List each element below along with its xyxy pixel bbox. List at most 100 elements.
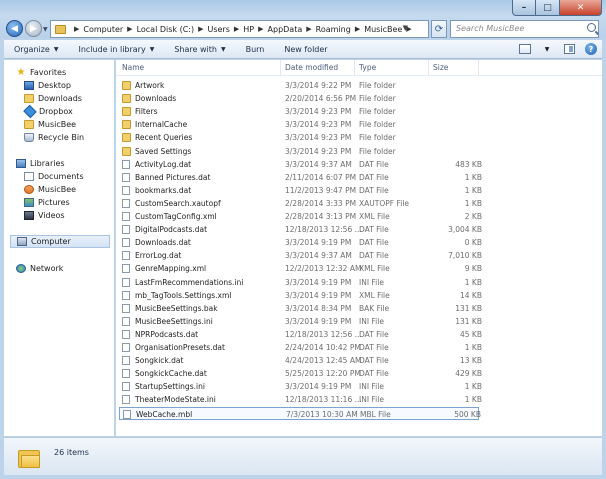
file-size: 0 KB [464,238,482,248]
address-history-dropdown-icon[interactable]: ▼ [403,24,408,32]
folder-row[interactable]: Filters 3/3/2014 9:23 PM File folder [119,105,479,118]
file-row[interactable]: Banned Pictures.dat 2/11/2014 6:07 PM DAT … [119,171,482,184]
file-row[interactable]: DigitalPodcasts.dat 12/18/2013 12:56 ... D… [119,223,482,236]
file-name: OrganisationPresets.dat [135,343,225,352]
file-size: 45 KB [460,329,482,339]
file-row[interactable]: NPRPodcasts.dat 12/18/2013 12:56 ... DAT F… [119,328,482,341]
forward-button[interactable]: ▶ [25,20,42,37]
nav-computer[interactable]: Computer [10,235,110,248]
refresh-button[interactable]: ⟳ [431,20,447,38]
breadcrumb-separator-icon[interactable]: ▶ [74,25,79,33]
close-button[interactable]: ✕ [560,0,602,16]
file-icon [122,329,130,339]
nav-libraries[interactable]: Libraries [16,157,126,170]
change-view-button[interactable] [518,42,532,56]
navigation-pane[interactable]: ★ Favorites Desktop Downloads Dropbox Mus… [4,60,114,436]
column-header-size[interactable]: Size [429,60,479,75]
file-row[interactable]: bookmarks.dat 11/2/2013 9:47 PM DAT File 1 … [119,184,482,197]
file-icon [122,316,130,326]
file-icon [122,251,130,261]
chevron-down-icon: ▼ [220,45,226,53]
music-icon [24,185,34,194]
breadcrumb-roaming[interactable]: Roaming [316,25,351,34]
breadcrumb-separator-icon[interactable]: ▶ [258,25,263,33]
file-type: File folder [359,120,396,130]
burn-button[interactable]: Burn [236,45,275,54]
folder-row[interactable]: Recent Queries 3/3/2014 9:23 PM File folde… [119,131,479,144]
file-row[interactable]: CustomSearch.xautopf 2/28/2014 3:33 PM XAU… [119,197,482,210]
new-folder-button[interactable]: New folder [274,45,337,54]
file-row[interactable]: mb_TagTools.Settings.xml 3/3/2014 9:19 PM… [119,289,482,302]
column-header-name[interactable]: Name [116,60,281,75]
file-row[interactable]: TheaterModeState.ini 12/18/2013 11:16 ...… [119,393,482,406]
file-row[interactable]: MusicBeeSettings.bak 3/3/2014 8:34 PM BAK … [119,302,482,315]
column-header-date-modified[interactable]: Date modified [281,60,355,75]
file-size: 131 KB [455,316,482,326]
folder-row[interactable]: Saved Settings 3/3/2014 9:23 PM File folde… [119,145,479,158]
search-icon[interactable] [587,23,596,32]
file-row[interactable]: SongkickCache.dat 5/25/2013 12:20 PM DAT F… [119,367,482,380]
file-icon [122,395,130,405]
videos-icon [24,211,34,220]
include-in-library-button[interactable]: Include in library ▼ [68,45,164,54]
file-size: 483 KB [455,159,482,169]
file-row[interactable]: ActivityLog.dat 3/3/2014 9:37 AM DAT File 4… [119,158,482,171]
column-header-type[interactable]: Type [355,60,429,75]
file-type: File folder [359,94,396,104]
file-icon [122,172,130,182]
nav-label: Favorites [30,68,67,77]
maximize-button[interactable]: □ [536,0,560,16]
breadcrumb-separator-icon[interactable]: ▶ [127,25,132,33]
file-row[interactable]: OrganisationPresets.dat 2/24/2014 10:42 P… [119,341,482,354]
breadcrumb-users[interactable]: Users [207,25,229,34]
breadcrumb-separator-icon[interactable]: ▶ [198,25,203,33]
preview-pane-button[interactable] [562,42,576,56]
file-row[interactable]: WebCache.mbl 7/3/2013 10:30 AM MBL File 500… [119,406,481,420]
file-row[interactable]: Downloads.dat 3/3/2014 9:19 PM DAT File 0 K… [119,236,482,249]
file-type: INI File [359,395,384,405]
address-bar[interactable]: ▶ Computer ▶ Local Disk (C:) ▶ Users ▶ H… [50,20,429,38]
folder-icon [122,94,131,104]
file-date-modified: 12/18/2013 12:56 ... [285,225,362,235]
file-row[interactable]: MusicBeeSettings.ini 3/3/2014 9:19 PM INI … [119,315,482,328]
breadcrumb-computer[interactable]: Computer [83,25,123,34]
share-with-button[interactable]: Share with ▼ [164,45,235,54]
file-row[interactable]: CustomTagConfig.xml 2/28/2014 3:13 PM XML … [119,210,482,223]
file-row[interactable]: StartupSettings.ini 3/3/2014 9:19 PM INI F… [119,380,482,393]
column-header-type-label: Type [359,63,377,72]
file-row[interactable]: LastFmRecommendations.ini 3/3/2014 9:19 P… [119,276,482,289]
nav-label: Computer [31,237,71,246]
folder-row[interactable]: Artwork 3/3/2014 9:22 PM File folder [119,79,479,92]
file-date-modified: 3/3/2014 8:34 PM [285,303,352,313]
back-button[interactable]: ◀ [6,20,23,37]
breadcrumb-appdata[interactable]: AppData [268,25,303,34]
file-list[interactable]: Name Date modified Type Size Artwork 3/3/… [116,60,602,436]
folder-row[interactable]: Downloads 2/20/2014 6:56 PM File folder [119,92,479,105]
computer-icon [17,237,27,246]
file-row[interactable]: Songkick.dat 4/24/2013 12:45 AM DAT File 13… [119,354,482,367]
nav-favorites[interactable]: ★ Favorites [16,66,126,79]
nav-network[interactable]: Network [16,262,126,275]
help-button[interactable]: ? [584,42,598,56]
file-icon [122,238,130,248]
breadcrumb-separator-icon[interactable]: ▶ [355,25,360,33]
pictures-icon [24,198,34,207]
file-type: DAT File [359,225,389,235]
minimize-button[interactable]: – [512,0,536,16]
breadcrumb-separator-icon[interactable]: ▶ [306,25,311,33]
recent-pages-dropdown-icon[interactable]: ▼ [43,26,48,33]
search-input[interactable]: Search MusicBee [450,20,599,38]
file-type: DAT File [359,251,389,261]
file-date-modified: 3/3/2014 9:23 PM [285,107,352,117]
folder-row[interactable]: InternalCache 3/3/2014 9:23 PM File folder [119,118,479,131]
breadcrumb-musicbee[interactable]: MusicBee [364,25,402,34]
organize-menu-button[interactable]: Organize ▼ [4,45,68,54]
file-type: BAK File [359,303,390,313]
file-type: DAT File [359,185,389,195]
file-row[interactable]: GenreMapping.xml 12/2/2013 12:32 AM XML Fi… [119,262,482,275]
breadcrumb-hp[interactable]: HP [243,25,254,34]
breadcrumb-separator-icon[interactable]: ▶ [234,25,239,33]
breadcrumb-local-disk[interactable]: Local Disk (C:) [137,25,195,34]
views-dropdown-button[interactable]: ▼ [540,42,554,56]
file-row[interactable]: ErrorLog.dat 3/3/2014 9:37 AM DAT File 7,01… [119,249,482,262]
